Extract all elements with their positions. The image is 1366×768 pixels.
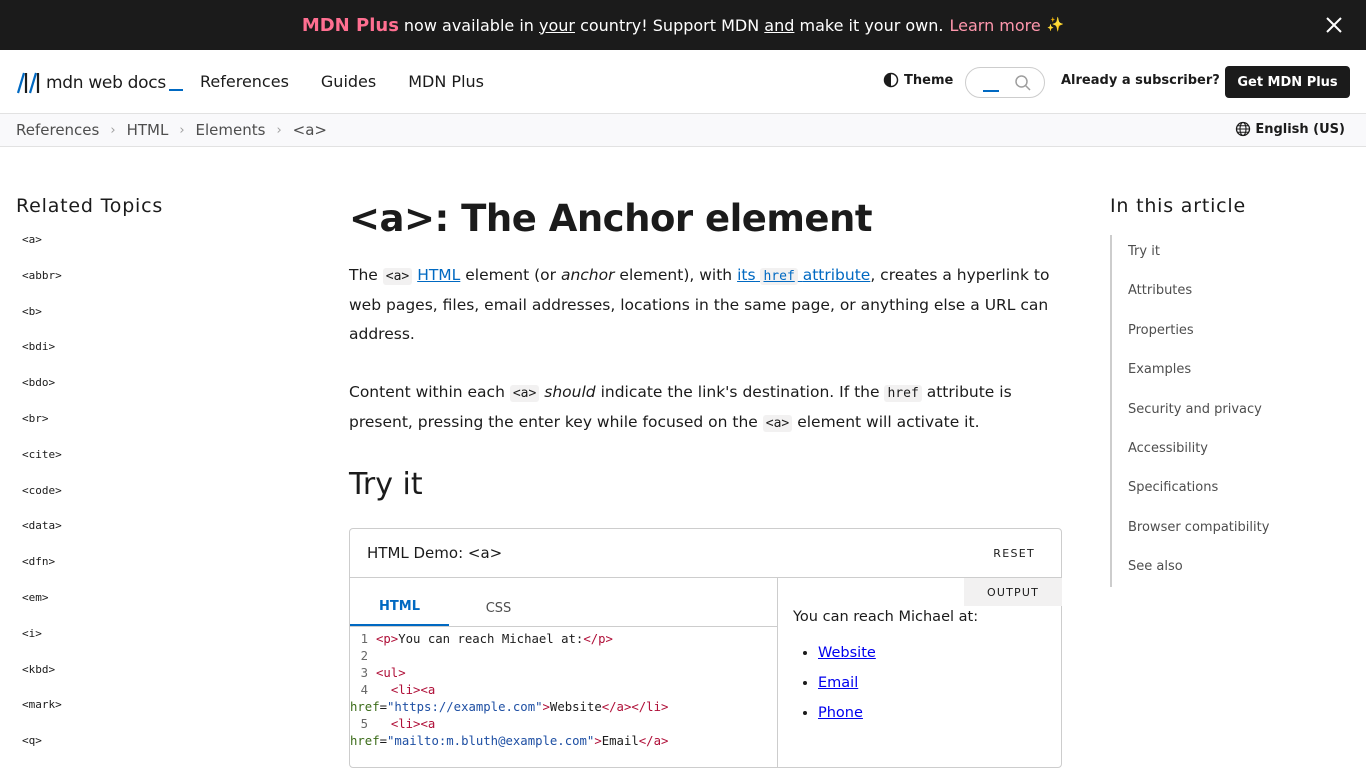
sidebar-item[interactable]: <abbr> xyxy=(22,269,266,305)
search-icon xyxy=(1015,75,1031,91)
table-of-contents: In this article Try it Attributes Proper… xyxy=(1110,195,1350,587)
inline-code-href: href xyxy=(884,385,922,402)
sidebar-item[interactable]: <b> xyxy=(22,305,266,341)
banner-brand: MDN Plus xyxy=(301,14,399,36)
output-link-phone[interactable]: Phone xyxy=(818,705,863,721)
toc-title: In this article xyxy=(1110,195,1246,217)
subscriber-link[interactable]: Already a subscriber? xyxy=(1061,73,1220,88)
toc-item-specifications[interactable]: Specifications xyxy=(1128,480,1350,519)
tab-html[interactable]: HTML xyxy=(350,578,449,626)
toc-list: Try it Attributes Properties Examples Se… xyxy=(1110,235,1350,587)
main-nav: References Guides MDN Plus xyxy=(200,72,484,91)
breadcrumb-references[interactable]: References xyxy=(16,121,99,139)
related-topics-list: <a> <abbr> <b> <bdi> <bdo> <br> <cite> <… xyxy=(22,233,266,768)
article-content: <a>: The Anchor element The <a> HTML ele… xyxy=(349,195,1062,768)
sidebar-item[interactable]: <bdi> xyxy=(22,340,266,376)
intro-paragraph: The <a> HTML element (or anchor element)… xyxy=(349,266,1050,343)
demo-output: OUTPUT You can reach Michael at: Website… xyxy=(778,578,1062,768)
content-paragraph: Content within each <a> should indicate … xyxy=(349,383,1012,432)
toc-item-see-also[interactable]: See also xyxy=(1128,559,1350,598)
related-topics-sidebar: Related Topics <a> <abbr> <b> <bdi> <bdo… xyxy=(16,195,266,768)
theme-button[interactable]: Theme xyxy=(883,72,953,88)
breadcrumb-current[interactable]: <a> xyxy=(293,121,327,139)
output-label: OUTPUT xyxy=(964,578,1062,606)
html-link[interactable]: HTML xyxy=(417,266,460,284)
toc-item-try-it[interactable]: Try it xyxy=(1128,244,1350,283)
page-title: <a>: The Anchor element xyxy=(349,197,873,240)
close-icon[interactable] xyxy=(1322,13,1346,37)
sidebar-item[interactable]: <a> xyxy=(22,233,266,269)
toc-item-attributes[interactable]: Attributes xyxy=(1128,283,1350,322)
toc-item-examples[interactable]: Examples xyxy=(1128,362,1350,401)
language-label: English (US) xyxy=(1255,121,1345,137)
output-link-website[interactable]: Website xyxy=(818,645,876,661)
output-list: Website Email Phone xyxy=(818,645,876,735)
mdn-logo[interactable]: mdn web docs xyxy=(16,71,183,95)
theme-icon xyxy=(883,72,899,88)
editor-tabs: HTML CSS xyxy=(350,578,777,627)
mdn-plus-banner: MDN Plus now available in your country! … xyxy=(0,0,1366,50)
get-mdn-plus-button[interactable]: Get MDN Plus xyxy=(1225,66,1350,98)
output-text: You can reach Michael at: xyxy=(793,609,979,625)
sidebar-item[interactable]: <bdo> xyxy=(22,376,266,412)
theme-label: Theme xyxy=(904,72,954,88)
chevron-right-icon: › xyxy=(276,122,282,138)
sparkles-icon: ✨ xyxy=(1046,17,1065,33)
nav-references[interactable]: References xyxy=(200,72,289,91)
toc-item-properties[interactable]: Properties xyxy=(1128,323,1350,362)
toc-item-accessibility[interactable]: Accessibility xyxy=(1128,441,1350,480)
interactive-demo: HTML Demo: <a> RESET HTML CSS 1 <p>You c… xyxy=(349,528,1062,768)
code-editor[interactable]: HTML CSS 1 <p>You can reach Michael at:<… xyxy=(350,578,778,768)
code-line: 5 <li><a xyxy=(360,717,436,731)
reset-button[interactable]: RESET xyxy=(993,547,1035,560)
chevron-right-icon: › xyxy=(179,122,185,138)
globe-icon xyxy=(1236,121,1251,137)
banner-text: now available in your country! Support M… xyxy=(403,15,944,35)
mdn-logo-icon xyxy=(16,72,40,94)
top-header: mdn web docs References Guides MDN Plus … xyxy=(0,50,1366,114)
inline-code-a: <a> xyxy=(509,385,540,402)
sidebar-item[interactable]: <kbd> xyxy=(22,663,266,699)
learn-more-link[interactable]: Learn more xyxy=(949,16,1040,35)
demo-title: HTML Demo: <a> xyxy=(367,544,503,562)
logo-underscore xyxy=(168,89,183,91)
breadcrumb-elements[interactable]: Elements xyxy=(196,121,266,139)
search-input[interactable] xyxy=(965,67,1045,98)
code-line: 4 <li><a xyxy=(360,683,436,697)
sidebar-title: Related Topics xyxy=(16,195,164,217)
tab-css[interactable]: CSS xyxy=(449,578,548,626)
code-line: 2 xyxy=(360,649,368,663)
sidebar-item[interactable]: <q> xyxy=(22,734,266,768)
output-link-email[interactable]: Email xyxy=(818,675,858,691)
toc-item-browser-compat[interactable]: Browser compatibility xyxy=(1128,520,1350,559)
sidebar-item[interactable]: <data> xyxy=(22,519,266,555)
code-line: href="https://example.com">Website</a></… xyxy=(350,700,669,714)
sidebar-item[interactable]: <code> xyxy=(22,484,266,520)
sidebar-item[interactable]: <br> xyxy=(22,412,266,448)
href-attribute-link[interactable]: its href attribute xyxy=(737,266,870,285)
breadcrumb-html[interactable]: HTML xyxy=(127,121,169,139)
code-line: 1 <p>You can reach Michael at:</p> xyxy=(360,632,613,646)
sidebar-item[interactable]: <dfn> xyxy=(22,555,266,591)
breadcrumb-bar: References › HTML › Elements › <a> Engli… xyxy=(0,114,1366,147)
code-line: href="mailto:m.bluth@example.com">Email<… xyxy=(350,734,669,748)
inline-code-a: <a> xyxy=(762,415,793,432)
sidebar-item[interactable]: <em> xyxy=(22,591,266,627)
chevron-right-icon: › xyxy=(110,122,116,138)
demo-header: HTML Demo: <a> RESET xyxy=(350,529,1061,578)
language-switcher[interactable]: English (US) xyxy=(1235,121,1345,137)
sidebar-item[interactable]: <cite> xyxy=(22,448,266,484)
nav-mdn-plus[interactable]: MDN Plus xyxy=(408,72,484,91)
breadcrumb: References › HTML › Elements › <a> xyxy=(16,121,327,139)
inline-code-a: <a> xyxy=(382,268,413,285)
try-it-heading: Try it xyxy=(349,467,423,502)
search-cursor xyxy=(983,90,999,92)
sidebar-item[interactable]: <i> xyxy=(22,627,266,663)
sidebar-item[interactable]: <mark> xyxy=(22,698,266,734)
toc-item-security[interactable]: Security and privacy xyxy=(1128,402,1350,441)
nav-guides[interactable]: Guides xyxy=(321,72,376,91)
code-line: 3 <ul> xyxy=(360,666,406,680)
logo-text: mdn web docs xyxy=(46,73,166,93)
code-lines[interactable]: 1 <p>You can reach Michael at:</p> 2 3 <… xyxy=(350,627,777,750)
